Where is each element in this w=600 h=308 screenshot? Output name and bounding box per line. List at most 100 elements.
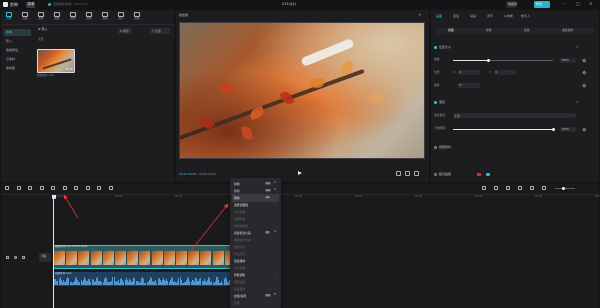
export-button[interactable]: 导出 <box>534 1 550 8</box>
scale-slider-handle[interactable] <box>486 58 490 62</box>
tool-template[interactable]: 模板 <box>132 12 142 21</box>
menu-item-label: 剪切 <box>234 188 240 193</box>
tool-sticker[interactable]: 贴纸 <box>52 12 62 21</box>
tool-filter[interactable]: 滤镜 <box>100 12 110 21</box>
shortcut-key: Ctrl <box>265 293 271 298</box>
zoom-slider-handle[interactable] <box>562 186 565 190</box>
tool-label: 文本 <box>38 17 44 20</box>
tool-text[interactable]: 文本 <box>36 12 46 21</box>
transform-section: 位置大小 <box>439 45 452 49</box>
menu-item-label: 智能调色 <box>234 272 246 277</box>
inspector-subtab[interactable]: 蒙版 <box>524 29 530 32</box>
sidebar-item[interactable]: 素材库 <box>4 65 31 72</box>
redo-icon[interactable] <box>28 186 32 190</box>
split-icon[interactable] <box>39 186 44 190</box>
stabilize-section: 视频防抖 <box>439 145 452 149</box>
blend-mode-select[interactable]: 正常 ⌄ <box>453 113 576 118</box>
preview-axis-icon[interactable] <box>518 186 522 190</box>
more-icon[interactable]: ≡ <box>418 13 421 17</box>
menu-button[interactable]: 菜单 <box>26 1 35 8</box>
tool-label: 媒体 <box>6 17 12 20</box>
tool-label: 特效 <box>70 17 76 20</box>
tool-media[interactable]: 媒体 <box>4 12 14 21</box>
inspector-tab[interactable]: 动画 <box>470 15 476 18</box>
opacity-value[interactable]: 100% <box>560 126 576 132</box>
tool-adjust[interactable]: 调节 <box>116 12 126 21</box>
filter-label: 全部 <box>155 28 161 33</box>
filter-button[interactable]: ▽ 全部 <box>150 28 170 34</box>
inspector-tab[interactable]: 调节 <box>487 15 493 18</box>
cover-button[interactable]: 封面 <box>39 253 51 262</box>
playhead-handle[interactable] <box>51 194 56 199</box>
checkbox-icon[interactable] <box>434 173 437 176</box>
tick-label: 00:30 <box>415 194 423 198</box>
mute-icon[interactable] <box>22 256 25 259</box>
inspector-subtab[interactable]: 美颜美体 <box>562 29 573 32</box>
context-menu: 复制 Ctrl C 剪切 Ctrl X 删除 Del 选择宽跟随 › 分离音频 识别字幕 添加关键帧 新建… <box>230 178 281 308</box>
enhance-section: 超清画质 <box>439 172 452 176</box>
inspector-subtab[interactable]: 抠像 <box>486 29 492 32</box>
inspector-tab[interactable]: 数字人 <box>521 15 530 18</box>
toggle-switch[interactable] <box>486 173 490 176</box>
link-icon[interactable] <box>494 186 498 190</box>
freeze-icon[interactable] <box>62 186 67 190</box>
visibility-icon[interactable] <box>14 256 17 259</box>
position-y-field[interactable]: 0 <box>494 70 516 75</box>
inspector-tab[interactable]: 变速 <box>453 15 459 18</box>
zoom-out-icon[interactable] <box>530 186 534 190</box>
reverse-icon[interactable] <box>74 186 78 190</box>
undo-icon[interactable] <box>16 186 21 190</box>
rotate-icon[interactable] <box>97 186 101 190</box>
inspector-tab[interactable]: AI效果 <box>504 15 513 18</box>
reset-icon[interactable]: ↺ <box>576 46 578 49</box>
position-x-field[interactable]: 0 <box>458 70 480 75</box>
zoom-slider[interactable] <box>555 188 575 189</box>
opacity-slider-handle[interactable] <box>551 127 555 131</box>
mirror-icon[interactable] <box>85 186 90 190</box>
minimize-icon[interactable]: – <box>563 2 565 6</box>
rotate-field[interactable]: 0° <box>458 83 480 88</box>
video-preview[interactable] <box>179 22 425 159</box>
close-icon[interactable]: ✕ <box>589 2 592 6</box>
fullscreen-icon[interactable] <box>414 171 419 176</box>
sidebar-item[interactable]: 本地 <box>4 29 31 36</box>
checkbox-icon[interactable] <box>434 146 437 149</box>
reset-icon[interactable]: ↺ <box>576 101 578 104</box>
tool-transition[interactable]: 转场 <box>84 12 94 21</box>
crop-icon[interactable] <box>108 186 113 190</box>
crop-icon[interactable] <box>396 171 401 176</box>
mic-icon[interactable] <box>482 186 486 190</box>
sidebar-item[interactable]: 导入 <box>4 38 31 45</box>
checkbox-icon[interactable] <box>434 101 437 104</box>
clip-frame <box>163 251 176 265</box>
y-label: Y <box>489 70 491 74</box>
sort-button[interactable]: ⇅ 排序 <box>118 28 132 34</box>
select-tool-icon[interactable] <box>5 186 9 190</box>
tool-label: 调节 <box>118 17 124 20</box>
playhead[interactable] <box>53 195 54 308</box>
leaf-shape <box>240 125 254 141</box>
tool-label: 音频 <box>22 17 28 20</box>
maximize-icon[interactable]: □ <box>576 2 580 6</box>
lock-icon[interactable] <box>6 256 9 259</box>
play-icon[interactable] <box>298 171 302 175</box>
inspector-panel <box>431 10 599 182</box>
magnet-icon[interactable] <box>506 186 510 190</box>
ratio-icon[interactable] <box>405 171 410 176</box>
tick-label: 00:40 <box>535 194 543 198</box>
import-button[interactable]: ⊕ 导入 <box>38 28 47 31</box>
autosave-text: 自动保存本地：12:12:55 <box>53 2 88 6</box>
tool-audio[interactable]: 音频 <box>20 12 30 21</box>
sidebar-item[interactable]: 云素材 <box>4 56 31 63</box>
checkbox-icon[interactable] <box>434 46 437 49</box>
sidebar-item[interactable]: 我的预设 <box>4 47 31 54</box>
zoom-in-icon[interactable] <box>542 186 546 190</box>
tool-effects[interactable]: 特效 <box>68 12 78 21</box>
rotate-label: 旋转 <box>434 83 440 87</box>
scale-value[interactable]: 100% <box>560 57 576 63</box>
inspector-subtab[interactable]: 基础 <box>448 29 454 32</box>
delete-icon[interactable] <box>51 186 55 190</box>
menu-item-label: 启用/禁用 <box>234 293 247 298</box>
shortcut-button[interactable]: 快捷键 <box>506 1 517 8</box>
inspector-tab[interactable]: 画面 <box>436 15 442 18</box>
